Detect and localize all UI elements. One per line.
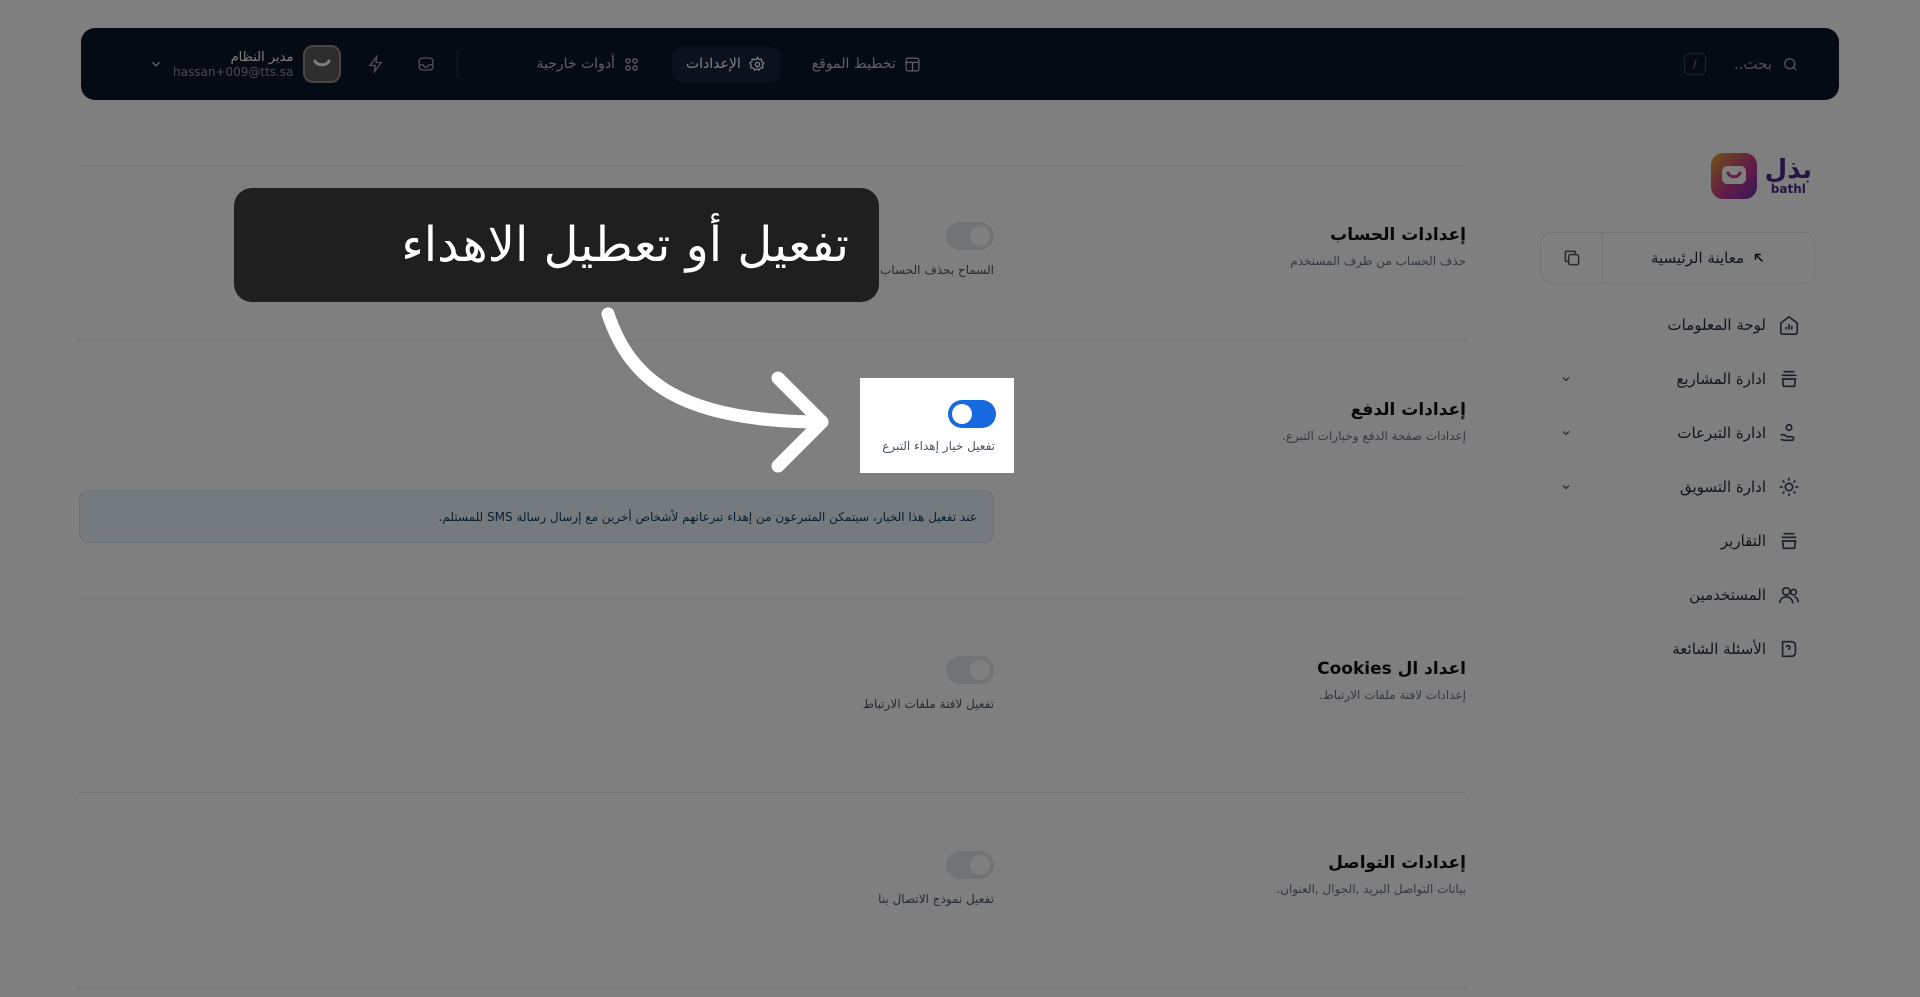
gift-donation-toggle[interactable]	[948, 400, 996, 428]
highlighted-gift-toggle-area: تفعيل خيار إهداء التبرع	[860, 378, 1014, 473]
tutorial-callout: تفعيل أو تعطيل الاهداء	[234, 188, 879, 302]
callout-text: تفعيل أو تعطيل الاهداء	[401, 217, 849, 273]
pointer-arrow-icon	[601, 307, 829, 473]
gift-donation-toggle-label: تفعيل خيار إهداء التبرع	[882, 439, 995, 453]
tutorial-overlay	[0, 0, 1920, 997]
